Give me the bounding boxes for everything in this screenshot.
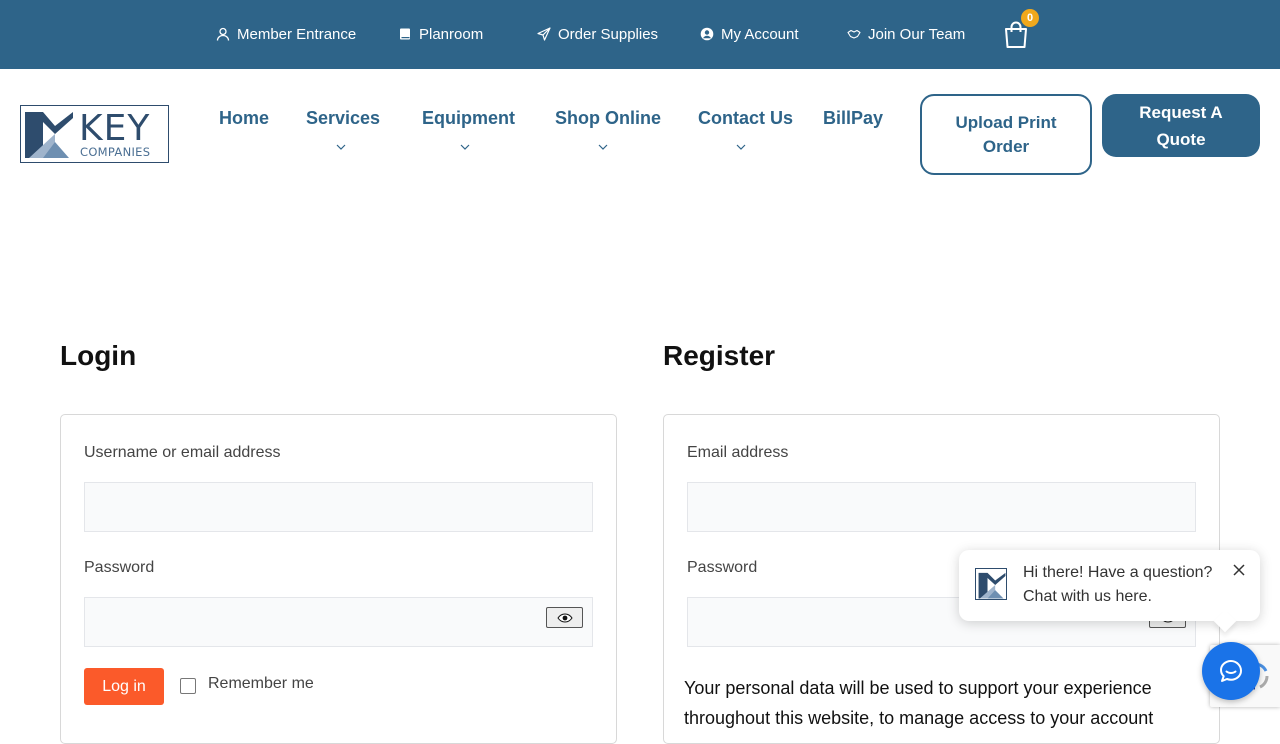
chat-avatar <box>975 568 1007 600</box>
chevron-down-icon[interactable] <box>460 143 470 151</box>
register-title: Register <box>663 340 776 371</box>
email-input[interactable] <box>687 482 1196 532</box>
chat-line-1: Hi there! Have a question? <box>1023 564 1213 581</box>
nav-home[interactable]: Home <box>219 108 269 129</box>
upload-print-order-button[interactable]: Upload Print Order <box>920 94 1092 175</box>
remember-me-label[interactable]: Remember me <box>208 675 314 693</box>
privacy-notice: Your personal data will be used to suppo… <box>684 678 1154 728</box>
chat-launcher-button[interactable] <box>1202 642 1260 700</box>
close-icon[interactable] <box>1232 563 1246 577</box>
member-entrance-link[interactable]: Member Entrance <box>216 24 356 44</box>
request-quote-button[interactable]: Request A Quote <box>1102 94 1260 157</box>
username-label: Username or email address <box>84 444 281 461</box>
nav-services[interactable]: Services <box>306 108 380 129</box>
top-bar: Member Entrance Planroom Order Supplies … <box>0 0 1280 69</box>
nav-equipment[interactable]: Equipment <box>422 108 515 129</box>
nav-billpay[interactable]: BillPay <box>823 108 883 129</box>
email-label: Email address <box>687 444 789 461</box>
remember-me-checkbox[interactable] <box>180 678 196 694</box>
member-entrance-label: Member Entrance <box>237 25 357 43</box>
username-input[interactable] <box>84 482 593 532</box>
chat-icon <box>1220 660 1242 682</box>
logo-sub: COMPANIES <box>80 145 151 159</box>
logo-name: KEY <box>79 108 151 149</box>
order-supplies-link[interactable]: Order Supplies <box>537 24 658 44</box>
show-password-button[interactable] <box>546 607 583 628</box>
nav-shop-online[interactable]: Shop Online <box>555 108 661 129</box>
nav-contact-us[interactable]: Contact Us <box>698 108 793 129</box>
chat-line-2: Chat with us here. <box>1023 588 1152 605</box>
chevron-down-icon[interactable] <box>736 143 746 151</box>
logo-mark-icon <box>25 112 73 158</box>
password-label: Password <box>84 559 155 576</box>
login-button[interactable]: Log in <box>84 668 164 705</box>
logo-mark-icon <box>978 572 1006 599</box>
chevron-down-icon[interactable] <box>598 143 608 151</box>
join-our-team-link[interactable]: Join Our Team <box>847 24 965 44</box>
account-circle-icon <box>700 27 714 41</box>
password-input[interactable] <box>84 597 593 647</box>
user-icon <box>216 27 230 41</box>
handshake-icon <box>847 29 861 39</box>
planroom-link[interactable]: Planroom <box>398 24 483 44</box>
planroom-label: Planroom <box>419 25 484 43</box>
request-quote-label: Request A Quote <box>1139 102 1223 149</box>
upload-print-order-label: Upload Print Order <box>955 112 1057 156</box>
join-our-team-label: Join Our Team <box>868 25 966 43</box>
eye-icon <box>556 612 573 623</box>
login-title: Login <box>60 340 137 371</box>
key-companies-logo[interactable]: KEY COMPANIES <box>20 105 169 163</box>
cart-count-badge: 0 <box>1021 9 1039 27</box>
my-account-label: My Account <box>721 25 799 43</box>
my-account-link[interactable]: My Account <box>700 24 799 44</box>
order-supplies-label: Order Supplies <box>558 25 659 43</box>
book-icon <box>400 28 410 40</box>
chat-popup[interactable]: Hi there! Have a question? Chat with us … <box>959 550 1260 621</box>
paper-plane-icon <box>537 27 551 41</box>
chevron-down-icon[interactable] <box>336 143 346 151</box>
register-password-label: Password <box>687 559 758 576</box>
